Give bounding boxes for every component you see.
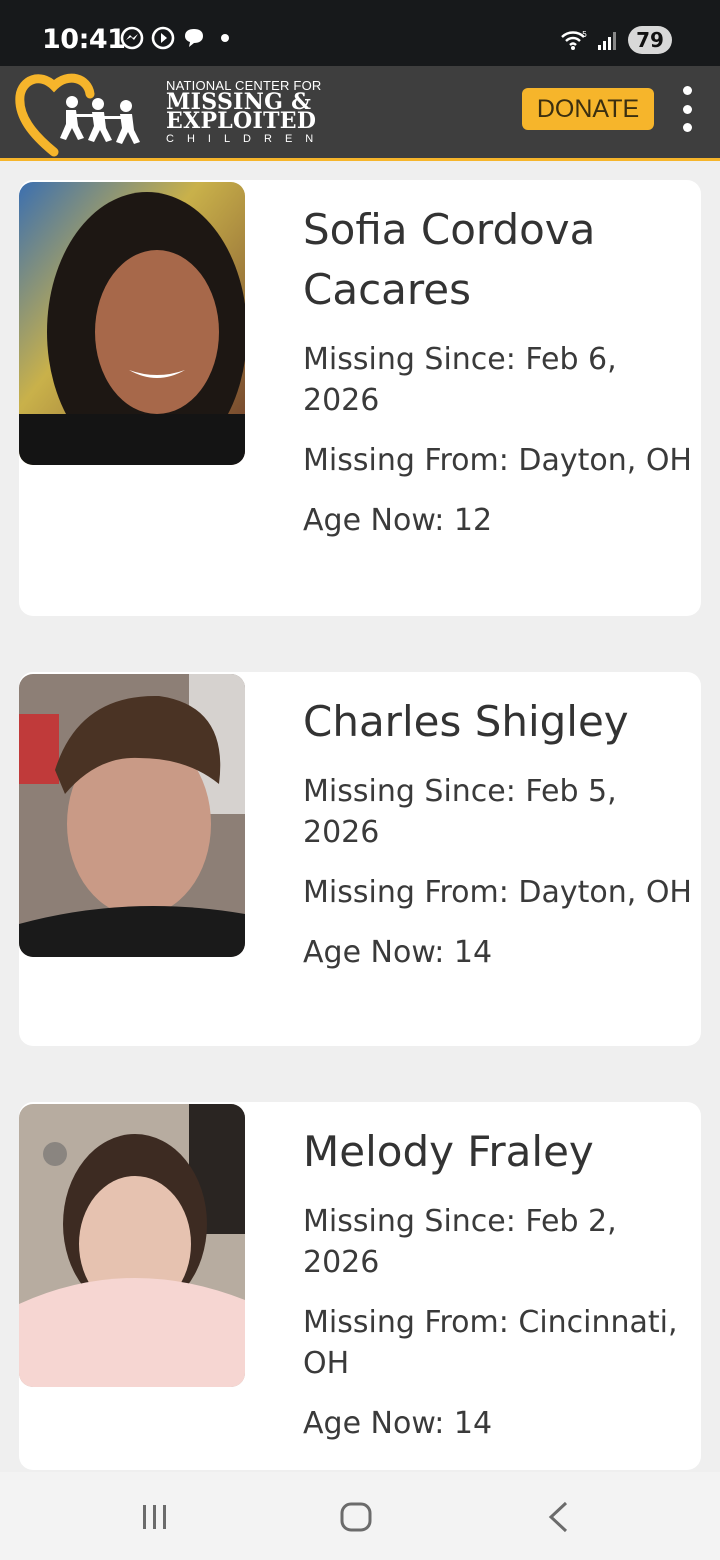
svg-text:5: 5 [582, 30, 587, 39]
back-icon[interactable] [546, 1500, 570, 1534]
home-icon[interactable] [340, 1502, 372, 1532]
missing-since: Missing Since: Feb 2, 2026 [303, 1204, 617, 1280]
donate-button[interactable]: DONATE [522, 88, 654, 130]
case-name[interactable]: Melody Fraley [303, 1122, 695, 1182]
chat-play-icon [151, 26, 175, 50]
missing-since: Missing Since: Feb 6, 2026 [303, 342, 617, 418]
messenger-icon [120, 26, 144, 50]
kebab-dot [682, 86, 692, 95]
status-bar: 10:41 5 79 [0, 0, 720, 66]
case-card[interactable]: Sofia Cordova Cacares Missing Since: Feb… [19, 180, 701, 616]
missing-from: Missing From: Dayton, OH [303, 875, 692, 910]
status-time: 10:41 [42, 24, 126, 55]
recent-apps-icon[interactable] [140, 1502, 170, 1532]
notification-icons [120, 26, 229, 50]
kebab-dot [682, 104, 692, 114]
case-photo[interactable] [19, 1104, 245, 1387]
ncmec-logo-icon[interactable] [14, 68, 164, 160]
system-nav-bar [0, 1472, 720, 1560]
photo-placeholder [19, 182, 245, 465]
organization-logo-text: NATIONAL CENTER FOR MISSING & EXPLOITED … [166, 78, 326, 145]
battery-level: 79 [628, 26, 672, 54]
case-info: Melody Fraley Missing Since: Feb 2, 2026… [303, 1122, 695, 1444]
logo-line-children: CHILDREN [166, 133, 327, 145]
wifi-icon: 5 [561, 30, 587, 50]
missing-from: Missing From: Cincinnati, OH [303, 1305, 678, 1381]
status-right: 5 79 [560, 26, 672, 54]
notification-dot-icon [221, 34, 229, 42]
case-name[interactable]: Charles Shigley [303, 692, 695, 752]
case-card[interactable]: Melody Fraley Missing Since: Feb 2, 2026… [19, 1102, 701, 1470]
logo-line-exploited: EXPLOITED [166, 108, 317, 134]
missing-since: Missing Since: Feb 5, 2026 [303, 774, 617, 850]
age-now: Age Now: 14 [303, 1406, 493, 1441]
photo-placeholder [19, 1104, 245, 1387]
chat-bubble-icon [185, 29, 203, 47]
case-info: Sofia Cordova Cacares Missing Since: Feb… [303, 200, 695, 541]
missing-from: Missing From: Dayton, OH [303, 443, 692, 478]
case-photo[interactable] [19, 674, 245, 957]
signal-icon [598, 32, 616, 50]
case-photo[interactable] [19, 182, 245, 465]
app-header: NATIONAL CENTER FOR MISSING & EXPLOITED … [0, 66, 720, 161]
photo-placeholder [19, 674, 245, 957]
case-name[interactable]: Sofia Cordova Cacares [303, 200, 695, 320]
age-now: Age Now: 12 [303, 503, 493, 538]
age-now: Age Now: 14 [303, 935, 493, 970]
case-card[interactable]: Charles Shigley Missing Since: Feb 5, 20… [19, 672, 701, 1046]
more-options-icon[interactable] [676, 86, 698, 132]
case-info: Charles Shigley Missing Since: Feb 5, 20… [303, 692, 695, 973]
kebab-dot [682, 123, 692, 132]
